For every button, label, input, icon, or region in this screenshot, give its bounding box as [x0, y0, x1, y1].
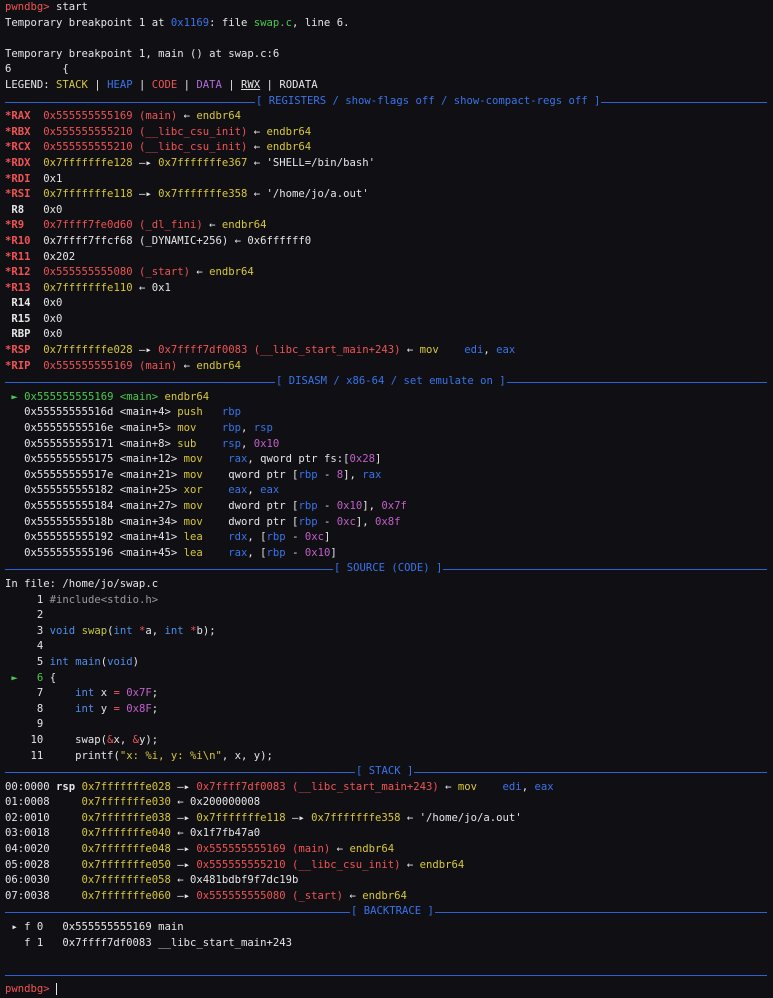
register-r8: R8 0x0 [5, 203, 63, 216]
register-rdi: *RDI 0x1 [5, 172, 63, 185]
disasm-instruction: 0x555555555196 <main+45> lea rax, [rbp -… [24, 546, 337, 559]
register-rcx: *RCX 0x555555555210 (__libc_csu_init) ← … [5, 141, 312, 154]
backtrace-frame: f 1 0x7ffff7df0083 __libc_start_main+243 [5, 936, 293, 949]
register-r13: *R13 0x7fffffffe110 ← 0x1 [5, 281, 171, 294]
source-line: 11 printf("x: %i, y: %i\n", x, y); [30, 749, 273, 762]
source-line: 1 #include<stdio.h> [30, 593, 159, 606]
source-separator: [ SOURCE (CODE) ] [5, 561, 773, 577]
disasm-instruction: 0x555555555182 <main+25> xor eax, eax [24, 484, 280, 497]
stack-entry: 07:0038 0x7fffffffe060 —▸ 0x555555555080… [5, 889, 407, 902]
text-cursor [56, 983, 58, 996]
disasm-title: [ DISASM / x86-64 / set emulate on ] [275, 374, 507, 390]
prompt: pwndbg> [5, 1, 50, 13]
registers-panel: *RAX 0x555555555169 (main) ← endbr64 *RBX… [5, 109, 773, 374]
command-text: start [49, 1, 88, 13]
source-line: 3 void swap(int *a, int *b); [30, 624, 216, 637]
stack-panel: 00:0000 rsp 0x7fffffffe028 —▸ 0x7ffff7df… [5, 780, 773, 905]
legend: LEGEND: STACK | HEAP | CODE | DATA | RWX… [5, 78, 318, 91]
source-panel: 1 #include<stdio.h> 2 3 void swap(int *a… [5, 593, 773, 765]
terminal-window[interactable]: pwndbg> start Temporary breakpoint 1 at … [0, 0, 773, 996]
stack-entry: 06:0030 0x7fffffffe058 ← 0x481bdbf9f7dc1… [5, 874, 299, 887]
stack-title: [ STACK ] [355, 764, 415, 780]
register-rdx: *RDX 0x7fffffffe128 —▸ 0x7fffffffe367 ← … [5, 156, 375, 169]
source-line: 10 swap(&x, &y); [30, 733, 159, 746]
backtrace-title: [ BACKTRACE ] [350, 904, 435, 921]
stack-entry: 01:0008 0x7fffffffe030 ← 0x200000008 [5, 796, 261, 809]
source-file-path: In file: /home/jo/swap.c [5, 577, 159, 590]
register-rsi: *RSI 0x7fffffffe118 —▸ 0x7fffffffe358 ← … [5, 188, 369, 201]
registers-title: [ REGISTERS / show-flags off / show-comp… [255, 93, 602, 110]
disasm-panel: ► 0x555555555169 <main> endbr64 0x555555… [5, 390, 773, 562]
source-title: [ SOURCE (CODE) ] [333, 561, 444, 577]
register-rbx: *RBX 0x555555555210 (__libc_csu_init) ← … [5, 125, 312, 138]
disasm-instruction: 0x55555555516d <main+4> push rbp [24, 406, 242, 419]
backtrace-separator: [ BACKTRACE ] [5, 904, 773, 921]
stack-entry: 00:0000 rsp 0x7fffffffe028 —▸ 0x7ffff7df… [5, 780, 554, 793]
register-r15: R15 0x0 [5, 312, 63, 325]
source-line: 5 int main(void) [30, 655, 140, 668]
register-rip: *RIP 0x555555555169 (main) ← endbr64 [5, 359, 242, 372]
bottom-separator [5, 967, 773, 983]
source-line: 8 int y = 0x8F; [30, 702, 159, 715]
prompt: pwndbg> [5, 983, 50, 996]
start-command-line: pwndbg> start [5, 0, 773, 16]
disasm-instruction: 0x55555555518b <main+34> mov dword ptr [… [24, 515, 401, 528]
source-line: 9 [30, 718, 44, 731]
breakpoint-hit-message: Temporary breakpoint 1, main () at swap.… [5, 47, 280, 60]
source-line: 4 [30, 640, 44, 653]
disasm-instruction: 0x555555555171 <main+8> sub rsp, 0x10 [24, 437, 280, 450]
disasm-instruction: 0x555555555192 <main+41> lea rdx, [rbp -… [24, 531, 331, 544]
stack-separator: [ STACK ] [5, 764, 773, 780]
disasm-instruction: 0x555555555175 <main+12> mov rax, qword … [24, 453, 382, 466]
disasm-instruction: 0x555555555184 <main+27> mov dword ptr [… [24, 500, 407, 512]
disasm-instruction: 0x55555555516e <main+5> mov rbp, rsp [24, 422, 273, 435]
register-r10: *R10 0x7ffff7ffcf68 (_DYNAMIC+256) ← 0x6… [5, 234, 312, 247]
current-source-line: 6 { [5, 63, 69, 76]
backtrace-panel: ▸ f 0 0x555555555169 main f 1 0x7ffff7df… [5, 920, 773, 951]
register-rax: *RAX 0x555555555169 (main) ← endbr64 [5, 110, 242, 123]
registers-separator: [ REGISTERS / show-flags off / show-comp… [5, 93, 773, 110]
breakpoint-message: Temporary breakpoint 1 at 0x1169: file s… [5, 16, 350, 29]
register-r14: R14 0x0 [5, 297, 63, 310]
backtrace-frame: ▸ f 0 0x555555555169 main [5, 921, 184, 934]
register-r9: *R9 0x7ffff7fe0d60 (_dl_fini) ← endbr64 [5, 219, 267, 232]
source-line: 7 int x = 0x7F; [30, 687, 159, 700]
input-line[interactable]: pwndbg> [5, 982, 773, 998]
source-line: ► 6 { [11, 671, 57, 684]
disasm-separator: [ DISASM / x86-64 / set emulate on ] [5, 374, 773, 390]
stack-entry: 05:0028 0x7fffffffe050 —▸ 0x555555555210… [5, 858, 465, 871]
source-line: 2 [30, 609, 44, 622]
disasm-instruction: 0x55555555517e <main+21> mov qword ptr [… [24, 468, 382, 481]
disasm-instruction: ► 0x555555555169 <main> endbr64 [11, 390, 210, 403]
register-rsp: *RSP 0x7fffffffe028 —▸ 0x7ffff7df0083 (_… [5, 344, 516, 357]
stack-entry: 02:0010 0x7fffffffe038 —▸ 0x7fffffffe118… [5, 811, 522, 824]
register-r11: *R11 0x202 [5, 250, 76, 263]
register-r12: *R12 0x555555555080 (_start) ← endbr64 [5, 266, 254, 279]
stack-entry: 03:0018 0x7fffffffe040 ← 0x1f7fb47a0 [5, 827, 261, 840]
register-rbp: RBP 0x0 [5, 328, 63, 341]
stack-entry: 04:0020 0x7fffffffe048 —▸ 0x555555555169… [5, 843, 395, 856]
